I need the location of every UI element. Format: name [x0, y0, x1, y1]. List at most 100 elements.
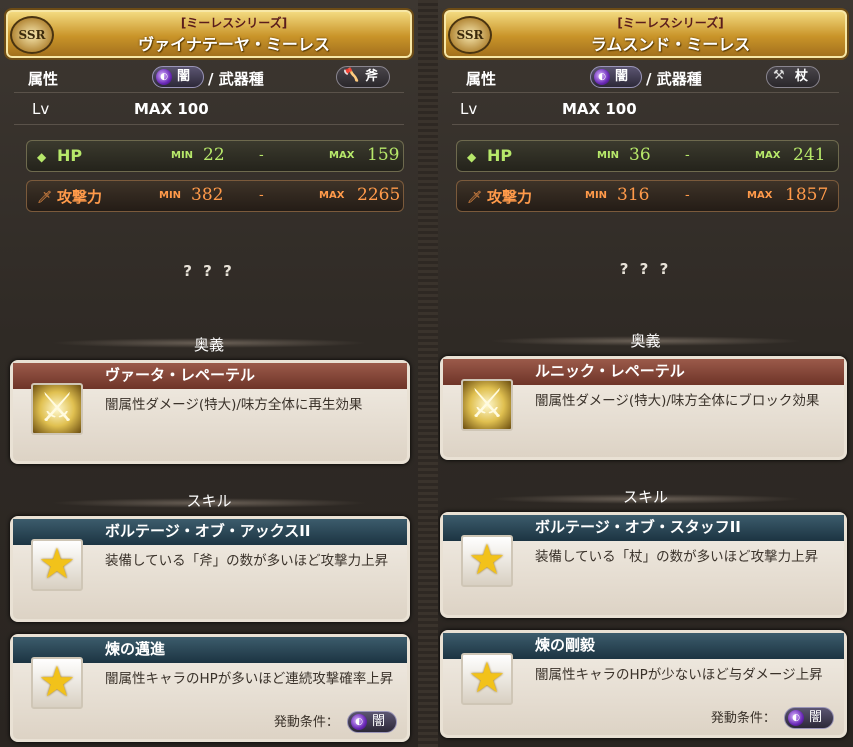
- attribute-row: 属性 ◐ 闇 / 武器種 🪓 斧: [28, 66, 398, 90]
- attack-label: 攻撃力: [487, 188, 533, 206]
- hp-max-value: 241: [793, 145, 826, 165]
- weapon-header: SSR [ミーレスシリーズ] ラムスンド・ミーレス: [442, 8, 849, 60]
- attack-label: 攻撃力: [57, 188, 103, 206]
- star-icon: ★: [31, 657, 83, 709]
- hp-label: HP: [57, 146, 83, 165]
- skill-2-description: 闇属性キャラのHPが多いほど連続攻撃確率上昇: [105, 671, 394, 687]
- skill-card-2[interactable]: 煉の剛毅 ★ 闇属性キャラのHPが少ないほど与ダメージ上昇 発動条件： ◐ 闇: [440, 630, 847, 738]
- weapon-type-label: / 武器種: [646, 70, 702, 88]
- condition-badge: ◐ 闇: [784, 707, 834, 729]
- level-row: Lv MAX 100: [460, 98, 833, 122]
- sword-icon: 🗡: [37, 190, 53, 204]
- crossed-swords-icon: ⚔: [31, 383, 83, 435]
- attack-min-label: MIN: [159, 190, 182, 201]
- level-row: Lv MAX 100: [28, 98, 398, 122]
- skill-header: スキル: [186, 492, 232, 510]
- hp-min-label: MIN: [171, 150, 194, 161]
- hp-diamond-icon: ◆: [467, 150, 477, 164]
- activation-condition: 発動条件： ◐ 闇: [710, 707, 834, 729]
- panel-divider: [418, 0, 438, 747]
- attribute-value: 闇: [177, 69, 191, 84]
- weapon-type-badge: ⚒ 杖: [766, 66, 820, 88]
- ougi-description: 闇属性ダメージ(特大)/味方全体に再生効果: [105, 397, 363, 413]
- divider: [452, 92, 839, 93]
- weapon-type-badge: 🪓 斧: [336, 66, 390, 88]
- ssr-rarity-badge: SSR: [10, 16, 54, 54]
- skill-1-description: 装備している「杖」の数が多いほど攻撃力上昇: [535, 549, 819, 565]
- hp-label: HP: [487, 146, 513, 165]
- skill-2-description: 闇属性キャラのHPが少ないほど与ダメージ上昇: [535, 667, 823, 683]
- attack-dash: -: [259, 188, 264, 203]
- attack-max-label: MAX: [747, 190, 773, 201]
- weapon-name: ラムスンド・ミーレス: [590, 35, 751, 54]
- attack-stat: 🗡 攻撃力 MIN 382 - MAX 2265: [26, 180, 404, 212]
- hp-min-value: 22: [203, 145, 225, 165]
- weapon-name: ヴァイナテーヤ・ミーレス: [138, 35, 330, 54]
- weapon-type-value: 斧: [365, 69, 379, 84]
- dark-orb-icon: ◐: [594, 69, 610, 85]
- unknown-text: ? ? ?: [619, 260, 672, 278]
- series-label: [ミーレスシリーズ]: [180, 16, 288, 30]
- activation-condition: 発動条件： ◐ 闇: [273, 711, 397, 733]
- hp-dash: -: [259, 148, 264, 163]
- condition-value: 闇: [372, 714, 386, 729]
- ssr-rarity-badge: SSR: [448, 16, 492, 54]
- attack-max-label: MAX: [319, 190, 345, 201]
- attribute-badge: ◐ 闇: [152, 66, 204, 88]
- weapon-type-label: / 武器種: [208, 70, 264, 88]
- hp-max-label: MAX: [329, 150, 355, 161]
- hp-min-label: MIN: [597, 150, 620, 161]
- skill-card-1[interactable]: ボルテージ・オブ・スタッフII ★ 装備している「杖」の数が多いほど攻撃力上昇: [440, 512, 847, 618]
- sword-icon: 🗡: [467, 190, 483, 204]
- attack-dash: -: [685, 188, 690, 203]
- hp-max-label: MAX: [755, 150, 781, 161]
- attribute-badge: ◐ 闇: [590, 66, 642, 88]
- attribute-label: 属性: [466, 70, 497, 88]
- hp-diamond-icon: ◆: [37, 150, 47, 164]
- crossed-swords-icon: ⚔: [461, 379, 513, 431]
- ougi-description: 闇属性ダメージ(特大)/味方全体にブロック効果: [535, 393, 820, 409]
- dark-orb-icon: ◐: [156, 69, 172, 85]
- attribute-row: 属性 ◐ 闇 / 武器種 ⚒ 杖: [466, 66, 833, 90]
- divider: [14, 92, 404, 93]
- level-value: MAX 100: [134, 100, 209, 118]
- level-label: Lv: [32, 100, 50, 118]
- attribute-value: 闇: [615, 69, 629, 84]
- dark-orb-icon: ◐: [788, 710, 804, 726]
- star-icon: ★: [461, 535, 513, 587]
- weapon-panel-left: SSR [ミーレスシリーズ] ヴァイナテーヤ・ミーレス 属性 ◐ 闇 / 武器種…: [0, 0, 418, 747]
- ougi-card[interactable]: ルニック・レペーテル ⚔ 闇属性ダメージ(特大)/味方全体にブロック効果: [440, 356, 847, 460]
- attack-min-value: 316: [617, 185, 650, 205]
- condition-label: 発動条件：: [710, 710, 776, 726]
- attribute-label: 属性: [28, 70, 59, 88]
- weapon-panel-right: SSR [ミーレスシリーズ] ラムスンド・ミーレス 属性 ◐ 闇 / 武器種 ⚒…: [438, 0, 853, 747]
- attack-max-value: 1857: [785, 185, 829, 205]
- skill-header: スキル: [622, 488, 668, 506]
- attack-min-value: 382: [191, 185, 224, 205]
- star-icon: ★: [31, 539, 83, 591]
- attack-max-value: 2265: [357, 185, 401, 205]
- level-label: Lv: [460, 100, 478, 118]
- attack-stat: 🗡 攻撃力 MIN 316 - MAX 1857: [456, 180, 839, 212]
- hp-dash: -: [685, 148, 690, 163]
- skill-card-1[interactable]: ボルテージ・オブ・アックスII ★ 装備している「斧」の数が多いほど攻撃力上昇: [10, 516, 410, 622]
- unknown-text: ? ? ?: [183, 262, 235, 280]
- hp-max-value: 159: [367, 145, 400, 165]
- divider: [452, 124, 839, 125]
- hp-min-value: 36: [629, 145, 651, 165]
- hp-stat: ◆ HP MIN 22 - MAX 159: [26, 140, 404, 172]
- ougi-card[interactable]: ヴァータ・レペーテル ⚔ 闇属性ダメージ(特大)/味方全体に再生効果: [10, 360, 410, 464]
- ougi-header: 奥義: [630, 332, 661, 350]
- condition-badge: ◐ 闇: [347, 711, 397, 733]
- dark-orb-icon: ◐: [351, 714, 367, 730]
- skill-card-2[interactable]: 煉の邁進 ★ 闇属性キャラのHPが多いほど連続攻撃確率上昇 発動条件： ◐ 闇: [10, 634, 410, 742]
- level-value: MAX 100: [562, 100, 637, 118]
- skill-1-description: 装備している「斧」の数が多いほど攻撃力上昇: [105, 553, 389, 569]
- axe-icon: 🪓: [343, 68, 360, 83]
- weapon-type-value: 杖: [795, 69, 809, 84]
- staff-icon: ⚒: [773, 68, 785, 83]
- hp-stat: ◆ HP MIN 36 - MAX 241: [456, 140, 839, 172]
- weapon-header: SSR [ミーレスシリーズ] ヴァイナテーヤ・ミーレス: [4, 8, 414, 60]
- condition-value: 闇: [809, 710, 823, 725]
- condition-label: 発動条件：: [273, 714, 339, 730]
